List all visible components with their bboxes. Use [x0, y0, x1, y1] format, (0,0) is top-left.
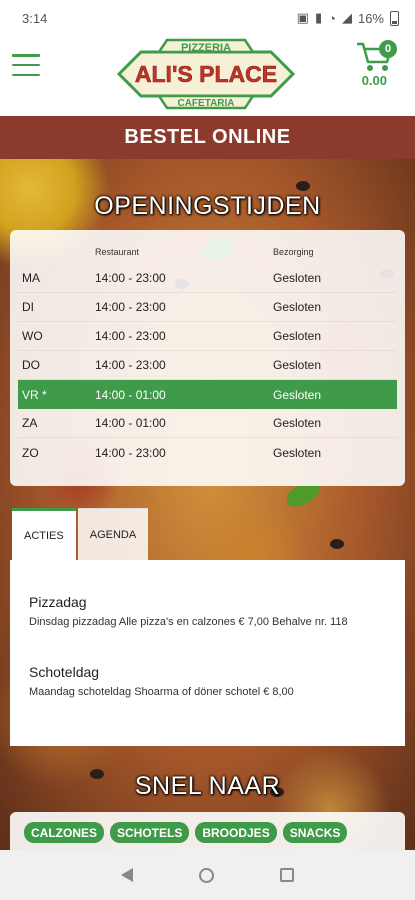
cart-total: 0.00 — [361, 73, 387, 88]
quick-link-broodjes[interactable]: BROODJES — [195, 822, 277, 843]
battery-icon — [390, 10, 399, 26]
hours-row-ma: MA 14:00 - 23:00 Gesloten — [18, 264, 397, 293]
hours-row-zo: ZO 14:00 - 23:00 Gesloten — [18, 438, 397, 467]
action-item: Schoteldag Maandag schoteldag Shoarma of… — [29, 664, 386, 700]
logo-main-text: ALI'S PLACE — [135, 61, 277, 87]
quick-links-title: SNEL NAAR — [134, 772, 281, 800]
hours-row-wo: WO 14:00 - 23:00 Gesloten — [18, 322, 397, 351]
action-item: Pizzadag Dinsdag pizzadag Alle pizza's e… — [29, 594, 386, 630]
delivery-hours: Gesloten — [273, 445, 322, 460]
opening-hours-title: OPENINGSTIJDEN — [94, 192, 321, 220]
day-label: DO — [22, 358, 40, 372]
action-title: Schoteldag — [29, 664, 100, 680]
alis-place-logo[interactable]: PIZZERIA ALI'S PLACE CAFETARIA — [113, 38, 299, 110]
restaurant-hours: 14:00 - 23:00 — [95, 271, 166, 285]
delivery-hours: Gesloten — [273, 329, 322, 343]
status-bar: 3:14 ▣ ▮ ◔ ◢ 16% — [0, 0, 415, 36]
day-label: WO — [22, 329, 43, 343]
tab-agenda[interactable]: AGENDA — [77, 508, 149, 560]
quick-link-snacks[interactable]: SNACKS — [282, 822, 348, 843]
info-tabs: ACTIES AGENDA — [12, 508, 150, 560]
vibrate-icon: ▮ — [314, 10, 323, 25]
hours-header-row: Restaurant Bezorging — [18, 240, 397, 264]
quick-link-schotels[interactable]: SCHOTELS — [110, 822, 190, 843]
hours-row-di: DI 14:00 - 23:00 Gesloten — [18, 293, 397, 322]
logo-bottom-text: CAFETARIA — [177, 98, 234, 109]
signal-icon: ◢ — [341, 10, 352, 25]
day-label: MA — [22, 271, 40, 285]
actions-panel: Pizzadag Dinsdag pizzadag Alle pizza's e… — [10, 560, 405, 746]
quick-links-list: CALZONES SCHOTELS BROODJES SNACKS — [24, 822, 348, 843]
delivery-hours: Gesloten — [273, 358, 322, 372]
cart-count-badge: 0 — [379, 40, 397, 58]
restaurant-hours: 14:00 - 23:00 — [95, 445, 166, 460]
action-description: Dinsdag pizzadag Alle pizza's en calzone… — [29, 616, 348, 628]
quick-link-calzones[interactable]: CALZONES — [24, 822, 104, 843]
day-label: ZA — [22, 416, 38, 430]
tab-acties[interactable]: ACTIES — [12, 508, 76, 560]
action-title: Pizzadag — [29, 594, 87, 610]
col-restaurant: Restaurant — [95, 247, 140, 257]
wifi-icon: ◔ — [328, 10, 336, 26]
cart-button[interactable]: 0 0.00 — [355, 38, 407, 90]
delivery-hours: Gesloten — [273, 416, 322, 430]
restaurant-hours: 14:00 - 23:00 — [95, 329, 166, 343]
day-label: ZO — [22, 445, 39, 460]
status-time: 3:14 — [22, 10, 48, 26]
delivery-hours: Gesloten — [273, 271, 322, 285]
hours-row-do: DO 14:00 - 23:00 Gesloten — [18, 351, 397, 380]
logo-top-text: PIZZERIA — [181, 42, 231, 54]
home-icon[interactable] — [199, 867, 214, 883]
system-nav-bar — [0, 850, 415, 900]
recent-apps-icon[interactable] — [280, 868, 294, 882]
status-icons: ▣ ▮ ◔ ◢ 16% — [297, 10, 399, 26]
delivery-hours: Gesloten — [273, 300, 322, 314]
opening-hours-table: Restaurant Bezorging MA 14:00 - 23:00 Ge… — [10, 230, 405, 486]
app-header: PIZZERIA ALI'S PLACE CAFETARIA 0 0.00 — [0, 36, 415, 116]
col-delivery: Bezorging — [273, 247, 314, 257]
battery-percent: 16% — [357, 10, 384, 26]
hours-row-za: ZA 14:00 - 01:00 Gesloten — [18, 409, 397, 438]
restaurant-hours: 14:00 - 01:00 — [95, 387, 166, 402]
back-icon[interactable] — [121, 868, 133, 882]
restaurant-hours: 14:00 - 23:00 — [95, 300, 166, 314]
notification-icon: ▣ — [296, 10, 309, 25]
restaurant-hours: 14:00 - 01:00 — [95, 416, 166, 430]
delivery-hours: Gesloten — [273, 387, 322, 402]
action-description: Maandag schoteldag Shoarma of döner scho… — [29, 686, 294, 698]
restaurant-hours: 14:00 - 23:00 — [95, 358, 166, 372]
day-label: VR * — [22, 387, 47, 402]
day-label: DI — [22, 300, 34, 314]
hours-row-vr-today: VR * 14:00 - 01:00 Gesloten — [18, 380, 397, 409]
order-online-button[interactable]: BESTEL ONLINE — [0, 116, 415, 159]
menu-icon[interactable] — [12, 54, 40, 76]
